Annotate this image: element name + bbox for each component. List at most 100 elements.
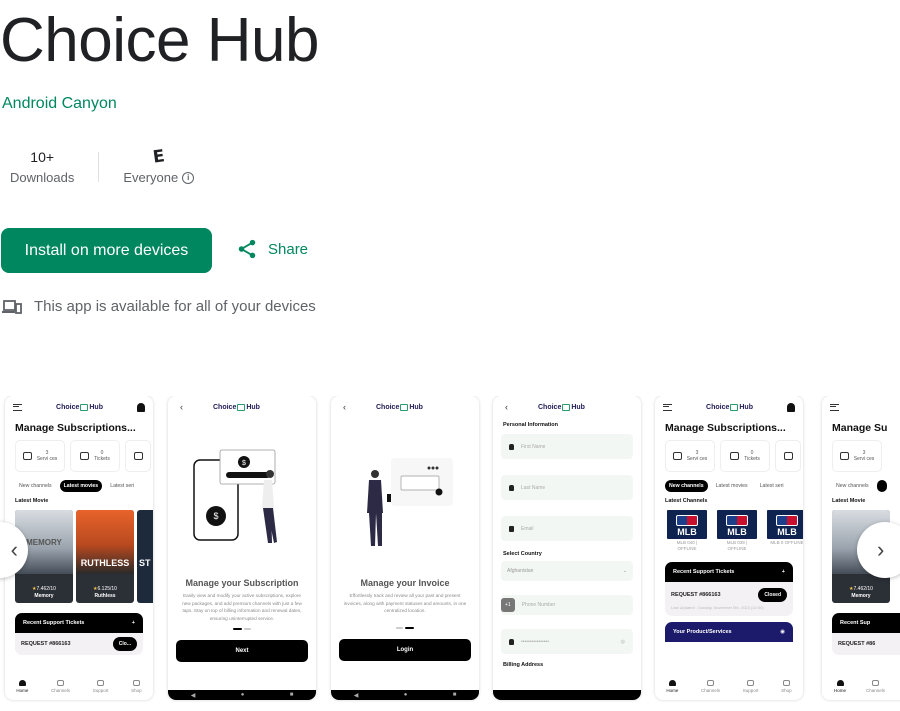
menu-icon (663, 403, 672, 411)
bell-icon (786, 402, 795, 412)
system-nav-bar (493, 690, 641, 700)
movie-poster: ST (137, 510, 153, 603)
channels-icon (872, 679, 880, 686)
next-button[interactable]: Next (176, 640, 308, 662)
menu-icon (13, 403, 22, 411)
section-title: Latest Movie (832, 498, 866, 504)
chip-latest-movies: Latest movies (59, 480, 103, 492)
back-icon: ‹ (505, 402, 508, 412)
chevron-left-icon: ‹ (10, 537, 18, 562)
chip-new-channels: New channels (836, 483, 869, 489)
chip-new-channels: New channels (665, 480, 708, 492)
install-button[interactable]: Install on more devices (1, 228, 212, 273)
home-icon (836, 679, 844, 686)
movie-poster: RUTHLESS ★6.125/10 Ruthless (76, 510, 134, 603)
share-button[interactable]: Share (236, 238, 308, 260)
page-indicator (331, 626, 479, 629)
bottom-nav: Home Channels Support Shop (655, 676, 803, 696)
last-name-field[interactable]: Last Name (501, 475, 633, 500)
developer-link[interactable]: Android Canyon (2, 95, 117, 113)
content-rating-stat: E Everyone i (113, 146, 204, 188)
section-title: Latest Channels (665, 498, 708, 504)
mail-icon (509, 525, 514, 532)
chip-new-channels: New channels (19, 483, 52, 489)
screenshot-home-channels[interactable]: Choice Hub Manage Subscriptions... 3 Servi… (655, 396, 803, 700)
support-tickets-panel: Recent Support Tickets + REQUEST #866163 C… (15, 613, 143, 655)
mlb-logo: MLB (717, 510, 757, 539)
info-icon[interactable]: i (182, 172, 195, 184)
chip-latest-movies: Latest movies (715, 483, 748, 489)
invoice-card (125, 440, 151, 472)
country-label: Select Country (503, 551, 542, 557)
invoice-illustration (367, 458, 453, 546)
support-icon (97, 679, 105, 686)
bottom-nav: Home Channels Support Shop (5, 676, 153, 696)
system-nav-bar: ◀ ● ■ (168, 690, 316, 700)
onboarding-text: Effortlessly track and review all your p… (343, 593, 467, 613)
login-button[interactable]: Login (339, 638, 471, 661)
channel-tile: MLB MLB 039 | OFFLINE (717, 510, 757, 552)
support-tickets-panel: Recent Support Tickets + REQUEST #866163 C… (665, 562, 793, 616)
card-icon (133, 452, 143, 460)
billing-label: Billing Address (503, 662, 544, 668)
section-title: Latest Movie (15, 498, 49, 504)
onboarding-text: Easily view and modify your active subsc… (182, 593, 302, 621)
personal-info-label: Personal Information (503, 422, 559, 428)
esrb-everyone-icon: E (151, 146, 166, 168)
devices-icon (2, 299, 22, 314)
card-icon (783, 452, 793, 460)
ticket-icon (730, 452, 740, 460)
cart-icon (782, 679, 790, 686)
first-name-field[interactable]: First Name (501, 434, 633, 459)
app-title: Choice Hub (0, 6, 319, 75)
invoice-card (775, 440, 801, 472)
country-select[interactable]: Afghanistan ⌄ (501, 561, 633, 581)
services-card: 3 Servi ces (15, 440, 65, 472)
channels-icon (707, 679, 715, 686)
share-icon (238, 239, 256, 259)
devices-availability: This app is available for all of your de… (2, 298, 316, 315)
chip-latest-series: Latest seri (110, 483, 135, 489)
onboarding-title: Manage your Subscription (185, 578, 299, 588)
subscription-illustration: $ $ (193, 449, 277, 543)
onboarding-title: Manage your Invoice (360, 578, 450, 588)
tickets-card: 0 Tickets (70, 440, 120, 472)
back-icon: ‹ (343, 402, 346, 412)
users-icon (672, 452, 682, 460)
stat-divider (98, 152, 100, 182)
channel-tile: MLB MLB 040 | OFFLINE (667, 510, 707, 552)
share-label: Share (268, 240, 309, 258)
menu-icon (830, 403, 839, 411)
app-logo: Choice Hub (538, 403, 585, 411)
screenshot-registration[interactable]: ‹ Choice Hub Personal Information First N… (493, 396, 641, 700)
eye-off-icon: ◎ (620, 638, 625, 645)
products-panel: Your Product/Services ◉ (665, 622, 793, 642)
home-icon (18, 679, 26, 686)
svg-text:$: $ (213, 511, 218, 521)
users-icon (22, 452, 32, 460)
home-icon (668, 679, 676, 686)
email-field[interactable]: Email (501, 516, 633, 541)
services-card: 3 Servi ces (665, 440, 715, 472)
app-logo: Choice Hub (56, 403, 103, 411)
bell-icon (136, 402, 145, 412)
page-indicator (168, 628, 316, 630)
password-field[interactable]: •••••••••••••••• ◎ (501, 629, 633, 654)
content-rating-label: Everyone (123, 170, 179, 185)
downloads-stat: 10+ Downloads (0, 146, 84, 188)
screen-heading: Manage Subscriptions... (15, 422, 136, 434)
tickets-card: 0 Tickets (720, 440, 770, 472)
lock-icon (509, 638, 514, 645)
phone-field[interactable]: +1 Phone Number (501, 595, 633, 615)
back-icon: ‹ (180, 402, 183, 412)
screenshot-onboarding-subscription[interactable]: ‹ Choice Hub $ $ Manage your Subscription… (168, 396, 316, 700)
country-code: +1 (501, 598, 515, 612)
mlb-logo: MLB (667, 510, 707, 539)
screen-heading: Manage Subscriptions... (665, 422, 786, 434)
support-icon (747, 679, 755, 686)
screenshot-onboarding-invoice[interactable]: ‹ Choice Hub Manage your Invoice Effortle… (331, 396, 479, 700)
channels-icon (57, 679, 65, 686)
downloads-value: 10+ (30, 149, 55, 165)
svg-text:$: $ (242, 460, 246, 467)
chip-latest-series: Latest seri (759, 483, 784, 489)
